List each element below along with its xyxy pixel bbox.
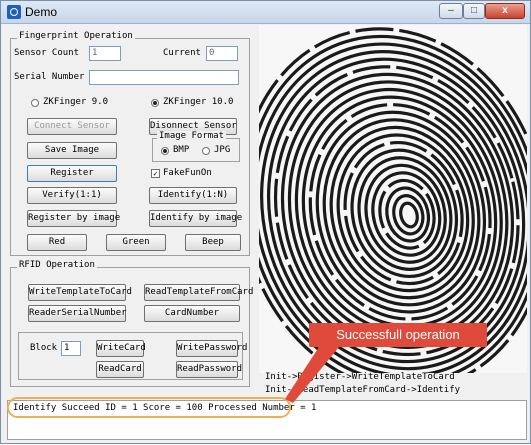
identify-by-image-button[interactable]: Identify by image (149, 210, 242, 227)
read-card-button[interactable]: ReadCard (96, 361, 144, 378)
app-icon (7, 5, 21, 19)
red-button[interactable]: Red (27, 234, 87, 251)
fakefunon-label: FakeFunOn (163, 168, 212, 178)
zkfinger10-label: ZKFinger 10.0 (163, 97, 234, 107)
beep-button[interactable]: Beep (185, 234, 241, 251)
green-button[interactable]: Green (106, 234, 166, 251)
serial-number-field[interactable] (89, 70, 239, 85)
read-password-button[interactable]: ReadPassword (176, 361, 242, 378)
current-label: Current (163, 48, 201, 58)
jpg-label: JPG (214, 145, 231, 155)
close-button[interactable]: x (485, 3, 525, 19)
identify-button[interactable]: Identify(1:N) (149, 187, 237, 204)
minimize-button[interactable]: – (439, 3, 463, 19)
success-callout: Successfull operation (309, 323, 487, 347)
demo-window: Demo – □ x Fingerprint Operation Sensor … (0, 0, 531, 444)
rfid-group-legend: RFID Operation (17, 260, 97, 270)
log-item: Init->ReadTemplateFromCard->Identify (265, 385, 461, 395)
fingerprint-image (259, 25, 527, 373)
connect-sensor-button[interactable]: Connect Sensor (27, 118, 117, 135)
sensor-count-label: Sensor Count (14, 48, 80, 58)
operation-log-list: Init->Register->WriteTemplateToCard Init… (259, 371, 529, 401)
verify-button[interactable]: Verify(1:1) (27, 187, 117, 204)
log-item: Init->Register->WriteTemplateToCard (265, 372, 455, 382)
bmp-label: BMP (173, 145, 190, 155)
save-image-button[interactable]: Save Image (27, 142, 117, 159)
maximize-button[interactable]: □ (463, 3, 485, 19)
register-by-image-button[interactable]: Register by image (27, 210, 120, 227)
block-label: Block (30, 343, 58, 353)
sensor-count-field[interactable]: 1 (89, 46, 121, 61)
image-format-legend: Image Format (157, 131, 227, 141)
title-bar[interactable]: Demo – □ x (1, 1, 530, 24)
bmp-radio[interactable] (161, 147, 169, 155)
read-template-from-card-button[interactable]: ReadTemplateFromCard (144, 284, 253, 301)
card-number-button[interactable]: CardNumber (144, 305, 240, 322)
write-template-to-card-button[interactable]: WriteTemplateToCard (28, 284, 132, 301)
fakefunon-checkbox[interactable]: ✓ (151, 169, 160, 178)
fingerprint-group-legend: Fingerprint Operation (17, 31, 135, 41)
zkfinger9-radio[interactable] (31, 99, 39, 107)
write-password-button[interactable]: WritePassword (176, 340, 247, 357)
zkfinger9-label: ZKFinger 9.0 (43, 97, 109, 107)
window-title: Demo (25, 5, 58, 19)
write-card-button[interactable]: WriteCard (96, 340, 146, 357)
serial-number-label: Serial Number (14, 72, 85, 82)
zkfinger10-radio[interactable] (151, 99, 159, 107)
jpg-radio[interactable] (202, 147, 210, 155)
register-button[interactable]: Register (27, 165, 117, 182)
reader-serial-number-button[interactable]: ReaderSerialNumber (28, 305, 127, 322)
block-field[interactable]: 1 (61, 341, 81, 356)
status-highlight-oval (7, 397, 291, 418)
current-field[interactable]: 0 (206, 46, 238, 61)
